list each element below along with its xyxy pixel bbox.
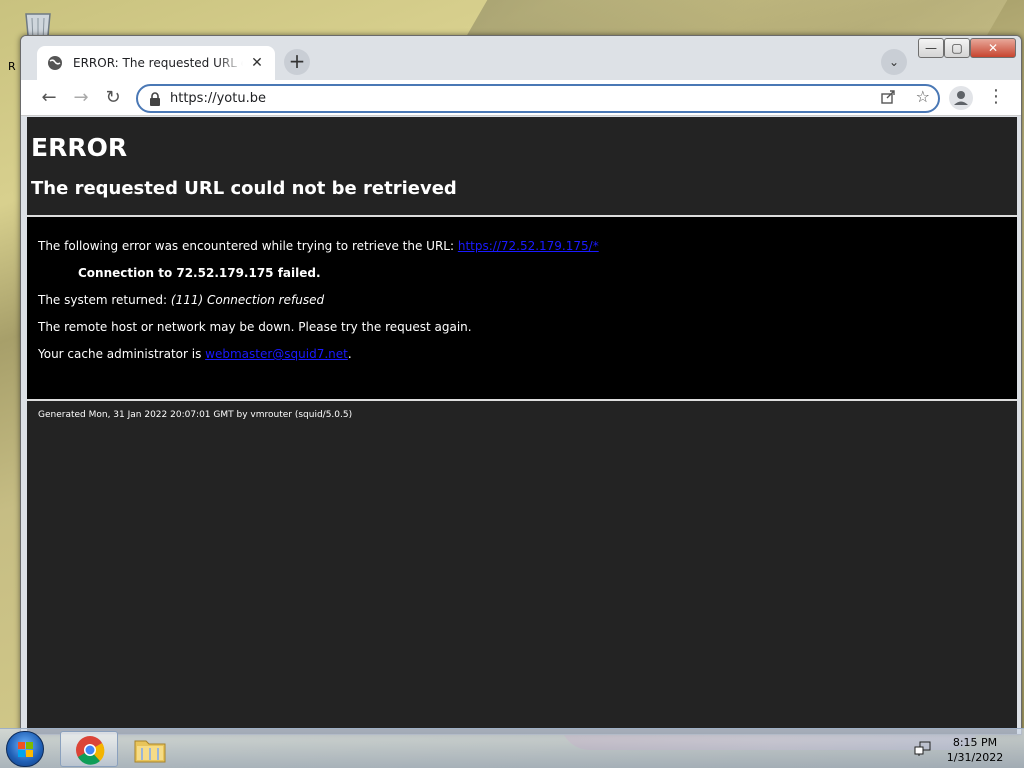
- browser-menu-button[interactable]: ⋮: [987, 85, 1005, 109]
- generated-footer: Generated Mon, 31 Jan 2022 20:07:01 GMT …: [38, 410, 353, 420]
- clock-time: 8:15 PM: [952, 736, 998, 749]
- profile-avatar[interactable]: [949, 86, 973, 110]
- close-window-button[interactable]: ✕: [970, 38, 1016, 58]
- taskbar-chrome-button[interactable]: [60, 731, 118, 767]
- url-text[interactable]: https://yotu.be: [170, 91, 266, 106]
- divider: [27, 399, 1017, 401]
- system-clock[interactable]: 8:15 PM 1/31/2022: [940, 735, 1010, 765]
- new-tab-button[interactable]: +: [284, 49, 310, 75]
- error-line-url: The following error was encountered whil…: [38, 239, 599, 253]
- error-subheading: The requested URL could not be retrieved: [31, 178, 457, 199]
- person-icon: [954, 91, 968, 105]
- forward-button[interactable]: →: [68, 86, 94, 110]
- error-url-link[interactable]: https://72.52.179.175/*: [458, 239, 599, 253]
- connection-failed-message: Connection to 72.52.179.175 failed.: [78, 266, 321, 280]
- cache-admin-period: .: [347, 347, 352, 361]
- network-icon[interactable]: [914, 741, 932, 757]
- close-tab-icon[interactable]: ✕: [249, 55, 265, 71]
- globe-icon: [48, 56, 62, 70]
- tab-active[interactable]: ERROR: The requested URL could not be re…: [37, 46, 275, 80]
- browser-toolbar: ← → ↻ https://yotu.be ☆ ⋮: [21, 80, 1021, 116]
- start-button[interactable]: [6, 731, 44, 767]
- windows-logo-icon: [18, 742, 33, 757]
- page-content: ERROR The requested URL could not be ret…: [27, 117, 1017, 734]
- bookmark-star-icon[interactable]: ☆: [916, 87, 930, 106]
- error-line-url-text: The following error was encountered whil…: [38, 239, 458, 253]
- error-details: The following error was encountered whil…: [27, 217, 1017, 399]
- chrome-icon: [76, 736, 105, 765]
- cache-admin-line: Your cache administrator is webmaster@sq…: [38, 347, 352, 361]
- back-button[interactable]: ←: [36, 86, 62, 110]
- tab-title: ERROR: The requested URL could not be re…: [73, 56, 243, 70]
- cache-admin-label: Your cache administrator is: [38, 347, 206, 361]
- share-icon[interactable]: [880, 89, 896, 105]
- recycle-bin-label: R: [8, 60, 16, 73]
- cache-admin-email-link[interactable]: webmaster@squid7.net: [205, 347, 348, 361]
- reload-button[interactable]: ↻: [100, 86, 126, 110]
- clock-date: 1/31/2022: [946, 751, 1004, 764]
- system-returned-error: (111) Connection refused: [170, 293, 325, 307]
- maximize-button[interactable]: ▢: [944, 38, 970, 58]
- folder-icon: [134, 740, 166, 763]
- title-bar: ERROR: The requested URL could not be re…: [21, 36, 1021, 80]
- taskbar-explorer-button[interactable]: [130, 731, 170, 767]
- tab-search-button[interactable]: ⌄: [881, 49, 907, 75]
- address-bar[interactable]: https://yotu.be ☆: [136, 84, 940, 113]
- taskbar: 8:15 PM 1/31/2022: [0, 728, 1024, 768]
- system-returned-line: The system returned: (111) Connection re…: [38, 293, 324, 307]
- system-returned-label: The system returned:: [38, 293, 171, 307]
- remote-host-message: The remote host or network may be down. …: [38, 320, 472, 334]
- lock-icon[interactable]: [148, 91, 162, 107]
- browser-window: ERROR: The requested URL could not be re…: [20, 35, 1022, 735]
- error-heading: ERROR: [31, 133, 128, 162]
- minimize-button[interactable]: —: [918, 38, 944, 58]
